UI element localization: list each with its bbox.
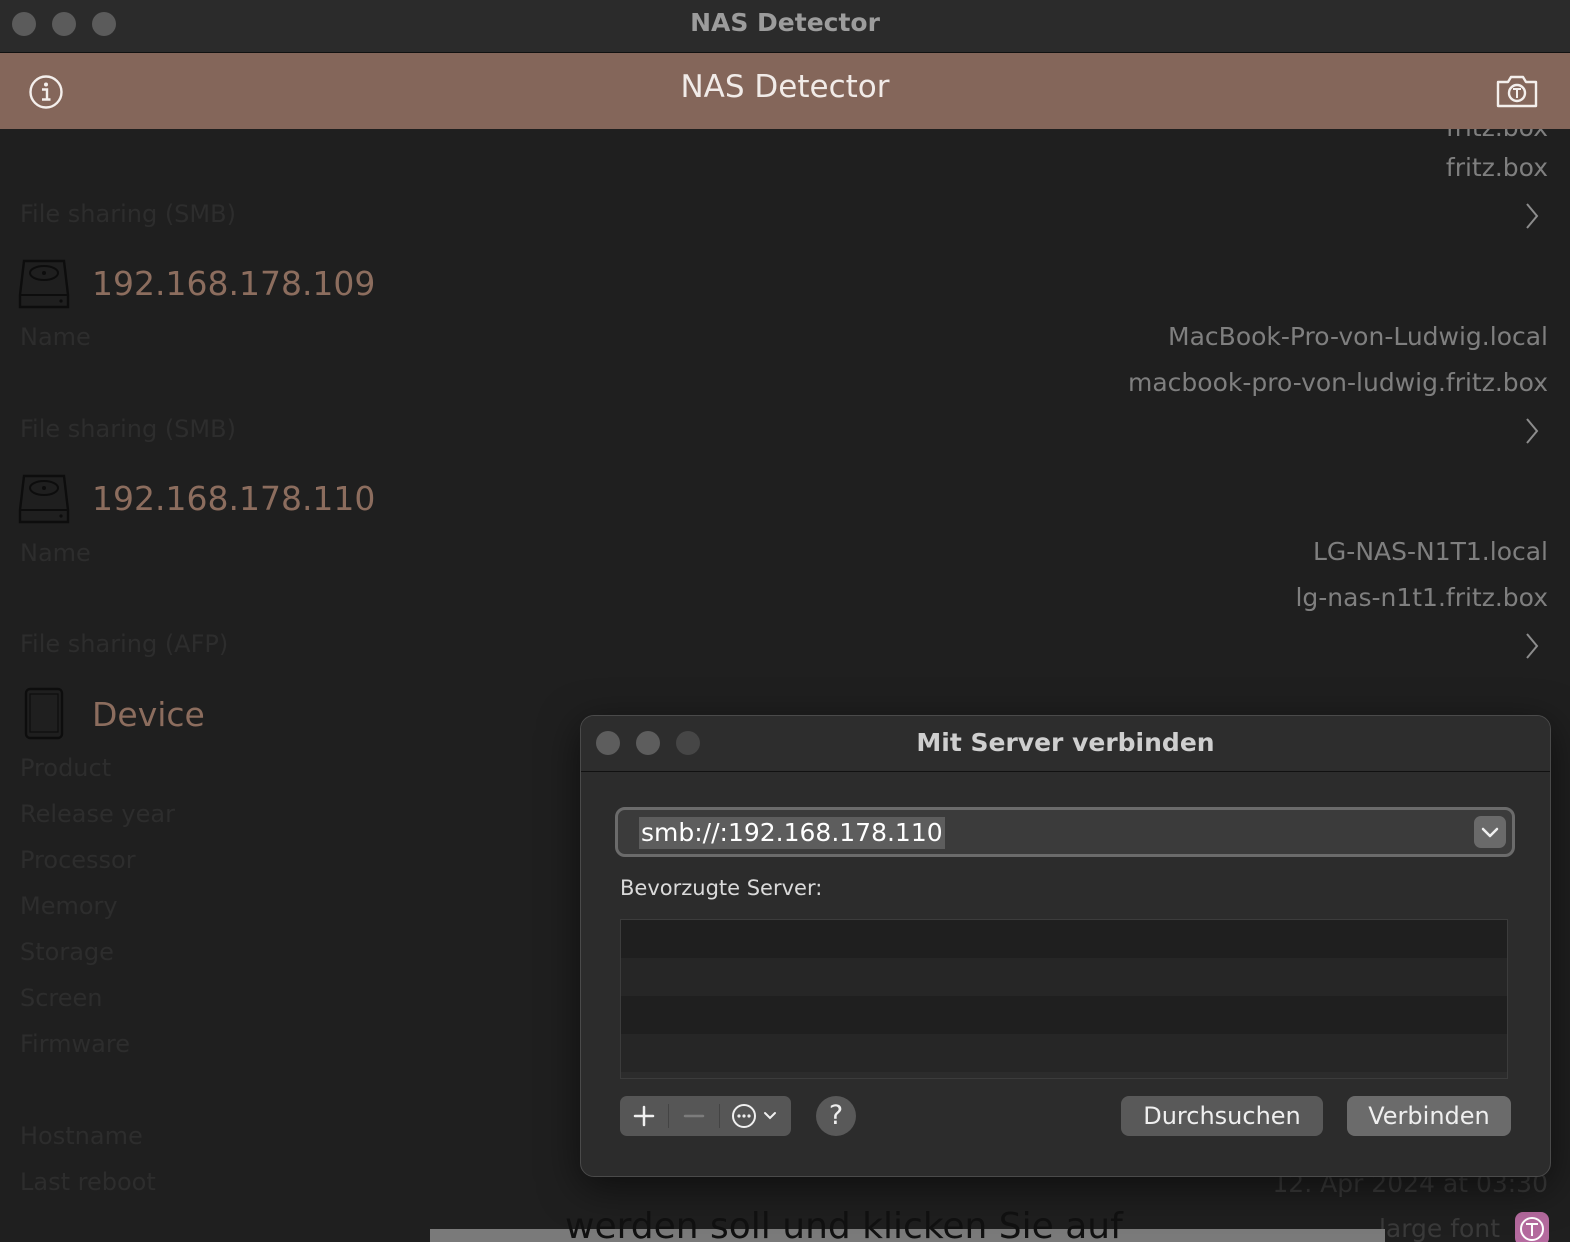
plus-icon — [633, 1105, 655, 1127]
list-item — [621, 996, 1507, 1034]
name-value: MacBook-Pro-von-Ludwig.local — [1168, 322, 1548, 351]
name-label: Name — [20, 539, 91, 567]
memory-label: Memory — [20, 892, 118, 920]
hostname-label: Hostname — [20, 1122, 143, 1150]
release-year-label: Release year — [20, 800, 175, 828]
more-actions-button[interactable] — [720, 1096, 791, 1136]
service-label: File sharing (SMB) — [20, 200, 236, 228]
device-ip-title[interactable]: 192.168.178.109 — [92, 264, 375, 303]
window-titlebar: NAS Detector — [0, 0, 1570, 53]
list-item — [621, 958, 1507, 996]
background-window-text: werden soll und klicken Sie auf — [565, 1206, 1123, 1242]
service-label: File sharing (AFP) — [20, 630, 229, 658]
camera-icon[interactable] — [1494, 72, 1540, 112]
large-font-partial: large font — [1378, 1214, 1500, 1242]
chevron-down-icon — [1481, 827, 1499, 838]
hard-drive-icon — [18, 474, 70, 524]
minus-icon — [683, 1114, 705, 1118]
service-label: File sharing (SMB) — [20, 415, 236, 443]
server-address-input[interactable]: smb://:192.168.178.110 — [639, 817, 945, 849]
name-label: Name — [20, 323, 91, 351]
tablet-icon — [24, 687, 64, 740]
help-button[interactable]: ? — [816, 1096, 856, 1136]
device-ip-title[interactable]: 192.168.178.110 — [92, 479, 375, 518]
navbar-title: NAS Detector — [680, 69, 890, 105]
name-value: LG-NAS-N1T1.local — [1313, 537, 1548, 566]
hostname-value: macbook-pro-von-ludwig.fritz.box — [1128, 368, 1548, 397]
processor-label: Processor — [20, 846, 136, 874]
app-navbar: NAS Detector — [0, 53, 1570, 129]
hostname-value: lg-nas-n1t1.fritz.box — [1295, 583, 1548, 612]
hostname-value: fritz.box — [1445, 153, 1548, 182]
connect-to-server-dialog: Mit Server verbinden smb://:192.168.178.… — [580, 715, 1551, 1177]
list-item — [621, 920, 1507, 958]
server-address-field[interactable]: smb://:192.168.178.110 — [615, 807, 1515, 857]
storage-label: Storage — [20, 938, 114, 966]
screen-label: Screen — [20, 984, 103, 1012]
list-item — [621, 1034, 1507, 1072]
last-reboot-label: Last reboot — [20, 1168, 156, 1196]
connect-button[interactable]: Verbinden — [1347, 1096, 1511, 1136]
chevron-right-icon[interactable] — [1524, 416, 1540, 446]
favorite-servers-list[interactable] — [620, 919, 1508, 1079]
hard-drive-icon — [18, 259, 70, 309]
browse-button[interactable]: Durchsuchen — [1121, 1096, 1323, 1136]
firmware-label: Firmware — [20, 1030, 130, 1058]
dialog-title: Mit Server verbinden — [916, 728, 1215, 757]
text-size-icon — [1515, 1212, 1549, 1242]
remove-favorite-button[interactable] — [669, 1096, 719, 1136]
chevron-right-icon[interactable] — [1524, 201, 1540, 231]
favorite-servers-label: Bevorzugte Server: — [620, 876, 823, 900]
product-label: Product — [20, 754, 112, 782]
hostname-value-partial: fritz.box — [1446, 129, 1548, 142]
favorites-toolbar — [620, 1096, 791, 1136]
recent-servers-dropdown[interactable] — [1474, 816, 1506, 848]
dialog-titlebar: Mit Server verbinden — [581, 716, 1550, 772]
chevron-right-icon[interactable] — [1524, 631, 1540, 661]
add-favorite-button[interactable] — [620, 1096, 668, 1136]
window-title: NAS Detector — [690, 8, 880, 37]
device-section-title: Device — [92, 695, 205, 734]
ellipsis-circle-icon — [732, 1104, 776, 1128]
